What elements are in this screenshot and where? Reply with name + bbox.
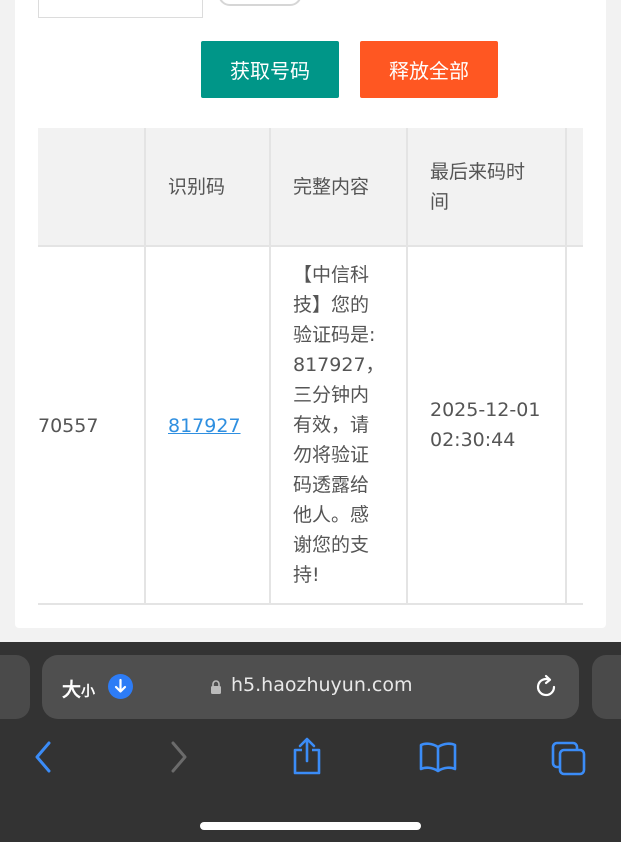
safari-chrome: 大小 h5.haozhuyun.com bbox=[0, 642, 621, 842]
sms-content-line: 有效，请 bbox=[293, 414, 370, 436]
sms-content-line: 码透露给 bbox=[293, 474, 370, 496]
sms-content-line: 【中信科 bbox=[293, 264, 370, 286]
sms-content-line: 验证码是: bbox=[293, 324, 376, 346]
reload-icon[interactable] bbox=[532, 673, 560, 701]
lock-icon bbox=[210, 679, 222, 694]
verification-code-link[interactable]: 817927 bbox=[168, 411, 241, 441]
sms-content-line: 谢您的支 bbox=[293, 534, 370, 556]
sms-content-line: 三分钟内 bbox=[293, 384, 370, 406]
page: 获取号码 释放全部 识别码 完整内容 最后来码时 间 70557 817927 … bbox=[0, 0, 621, 842]
sms-content-line: 他人。感 bbox=[293, 504, 370, 526]
release-all-button[interactable]: 释放全部 bbox=[360, 41, 498, 98]
sms-content-line: 817927， bbox=[293, 354, 385, 376]
header-last-time-line2: 间 bbox=[430, 191, 450, 213]
home-indicator bbox=[200, 822, 421, 830]
sms-content-line: 技】您的 bbox=[293, 294, 370, 316]
header-last-time-line1: 最后来码时 bbox=[430, 161, 526, 183]
column-divider bbox=[269, 128, 271, 605]
previous-tab-pill[interactable] bbox=[0, 655, 30, 719]
number-input[interactable] bbox=[38, 0, 203, 18]
text-size-button[interactable]: 大小 bbox=[62, 675, 95, 702]
header-full-content: 完整内容 bbox=[293, 176, 370, 198]
bookmarks-icon[interactable] bbox=[418, 741, 458, 777]
toggle-switch[interactable] bbox=[218, 0, 302, 6]
forward-icon[interactable] bbox=[166, 739, 190, 779]
last-time-date: 2025-12-01 bbox=[430, 399, 541, 421]
column-divider bbox=[144, 128, 146, 605]
sms-content-line: 勿将验证 bbox=[293, 444, 370, 466]
column-divider bbox=[565, 128, 567, 605]
header-id-code: 识别码 bbox=[168, 176, 226, 198]
back-icon[interactable] bbox=[32, 739, 56, 779]
download-icon[interactable] bbox=[108, 674, 133, 699]
sms-table: 识别码 完整内容 最后来码时 间 70557 817927 【中信科技】您的验证… bbox=[38, 128, 583, 605]
row-divider bbox=[38, 245, 583, 247]
row-divider bbox=[38, 603, 583, 605]
tabs-icon[interactable] bbox=[550, 740, 588, 780]
share-icon[interactable] bbox=[290, 736, 324, 780]
next-tab-pill[interactable] bbox=[592, 655, 621, 719]
sms-content-line: 持! bbox=[293, 564, 320, 586]
address-bar[interactable]: 大小 h5.haozhuyun.com bbox=[42, 655, 579, 719]
column-divider bbox=[406, 128, 408, 605]
get-number-button[interactable]: 获取号码 bbox=[201, 41, 339, 98]
last-time-clock: 02:30:44 bbox=[430, 429, 516, 451]
url-text[interactable]: h5.haozhuyun.com bbox=[231, 674, 412, 696]
phone-number-cell: 70557 bbox=[38, 415, 99, 437]
